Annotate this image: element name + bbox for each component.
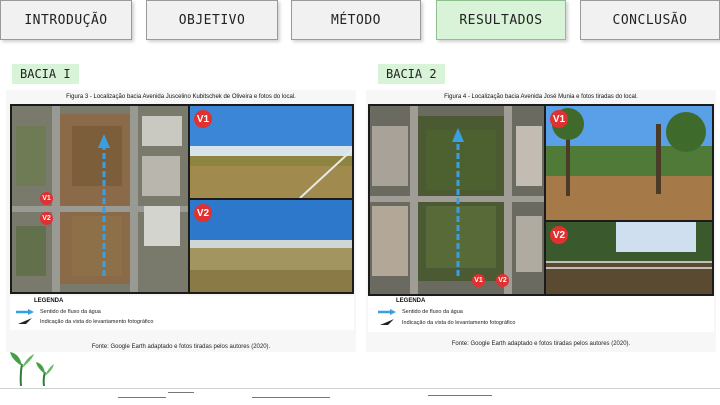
basin-heading: BACIA 2 <box>378 64 445 84</box>
map-marker-v1: V1 <box>472 274 485 287</box>
footer-rule <box>168 392 194 393</box>
legend-item-view: Indicação da vista do levantamento fotog… <box>16 318 153 325</box>
map-marker-v2: V2 <box>40 212 53 225</box>
figure-source: Fonte: Google Earth adaptado e fotos tir… <box>451 341 631 347</box>
legend: LEGENDA Sentido de fluxo da água Indicaç… <box>368 296 714 332</box>
tab-label: OBJETIVO <box>178 12 246 28</box>
map-drawing <box>370 106 544 294</box>
footer-divider <box>0 388 720 389</box>
tab-label: CONCLUSÃO <box>612 12 688 28</box>
photo-badge-v2: V2 <box>194 204 212 222</box>
tab-conclusao[interactable]: CONCLUSÃO <box>580 0 720 40</box>
view-direction-icon <box>380 319 394 325</box>
satellite-map: V1 V2 <box>370 106 544 294</box>
legend-item-flow: Sentido de fluxo da água <box>378 309 463 315</box>
footer-rule <box>252 397 330 398</box>
photo-view-2: V2 <box>190 200 352 292</box>
legend-item-view: Indicação da vista do levantamento fotog… <box>378 319 515 326</box>
legend-title: LEGENDA <box>396 298 426 304</box>
sprout-icon <box>10 352 54 386</box>
map-drawing <box>12 106 188 292</box>
footer-rule <box>428 395 492 396</box>
legend: LEGENDA Sentido de fluxo da água Indicaç… <box>10 296 354 330</box>
flow-arrow-icon <box>378 309 396 315</box>
legend-title: LEGENDA <box>34 298 64 304</box>
view-direction-icon <box>18 318 32 324</box>
figure-basin-2: Figura 4 - Localização bacia Avenida Jos… <box>366 90 716 352</box>
figure-caption: Figura 3 - Localização bacia Avenida Jus… <box>66 94 296 100</box>
flow-arrow-icon <box>16 309 34 315</box>
photo-badge-v2: V2 <box>550 226 568 244</box>
photo-view-1: V1 <box>190 106 352 198</box>
tab-label: RESULTADOS <box>459 12 543 28</box>
photo-badge-v1: V1 <box>194 110 212 128</box>
photo-view-2: V2 <box>546 222 712 294</box>
tab-objetivo[interactable]: OBJETIVO <box>146 0 278 40</box>
photo-badge-v1: V1 <box>550 110 568 128</box>
photo-view-1: V1 <box>546 106 712 220</box>
legend-item-flow: Sentido de fluxo da água <box>16 309 101 315</box>
tab-label: INTRODUÇÃO <box>24 12 108 28</box>
map-marker-v1: V1 <box>40 192 53 205</box>
satellite-map: V1 V2 <box>12 106 188 292</box>
figure-caption: Figura 4 - Localização bacia Avenida Jos… <box>444 94 638 100</box>
figure-source: Fonte: Google Earth adaptado e fotos tir… <box>91 344 271 350</box>
map-marker-v2: V2 <box>496 274 509 287</box>
basin-heading: BACIA I <box>12 64 79 84</box>
tab-label: MÉTODO <box>331 12 381 28</box>
figure-basin-1: Figura 3 - Localização bacia Avenida Jus… <box>6 90 356 352</box>
tab-resultados[interactable]: RESULTADOS <box>436 0 566 40</box>
tab-metodo[interactable]: MÉTODO <box>291 0 421 40</box>
tab-introducao[interactable]: INTRODUÇÃO <box>0 0 132 40</box>
footer-rule <box>118 397 166 398</box>
